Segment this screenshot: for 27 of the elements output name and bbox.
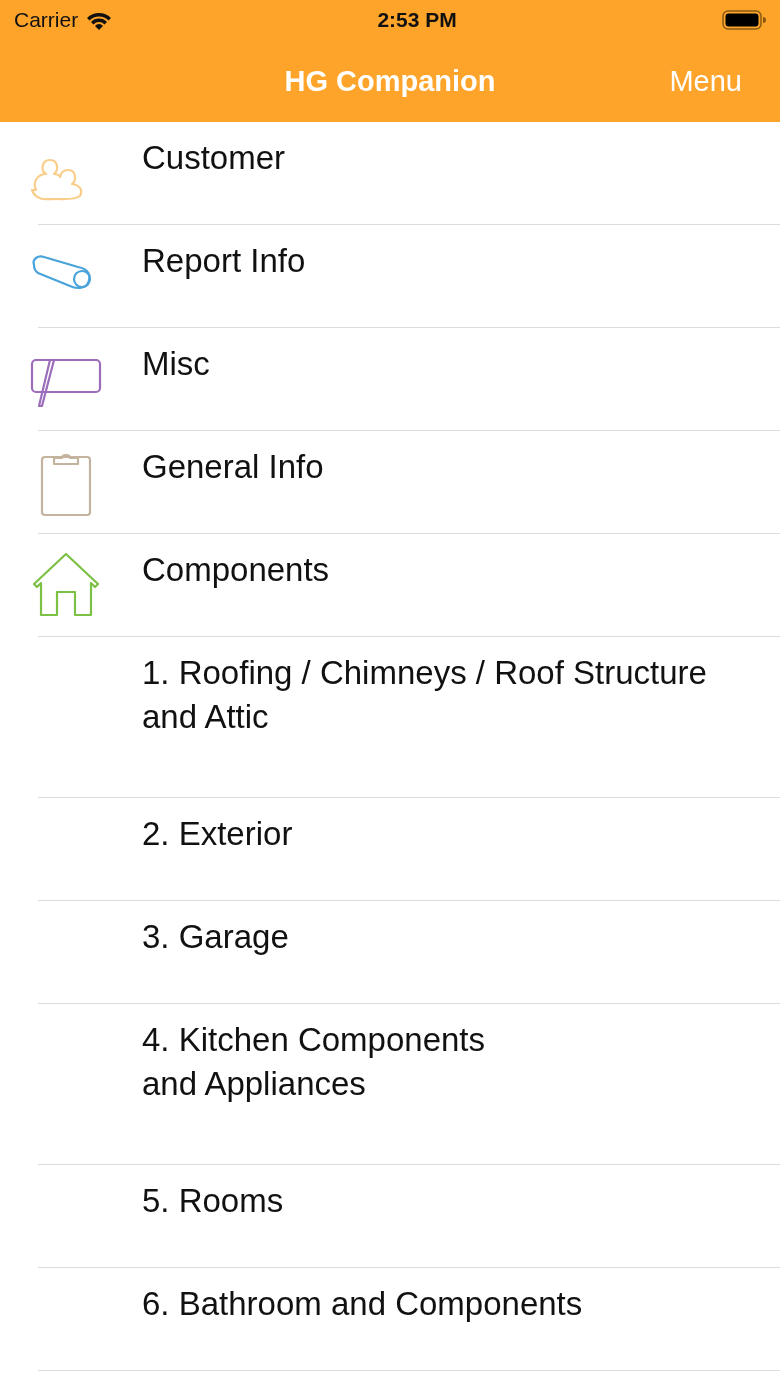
list-row[interactable]: Components: [0, 534, 780, 637]
row-label: Report Info: [142, 241, 307, 281]
list-row[interactable]: General Info: [0, 431, 780, 534]
row-label: Customer: [142, 138, 287, 178]
row-label: Misc: [142, 344, 211, 384]
list-row[interactable]: 5. Rooms: [0, 1165, 780, 1268]
battery-icon: [722, 10, 766, 30]
list-row[interactable]: Report Info: [0, 225, 780, 328]
wifi-icon: [86, 10, 113, 30]
row-label: 4. Kitchen Components and Appliances: [142, 1020, 487, 1104]
row-label: 3. Garage: [142, 917, 290, 957]
list-row[interactable]: 1. Roofing / Chimneys / Roof Structure and Attic: [0, 637, 780, 798]
row-label: 5. Rooms: [142, 1181, 285, 1221]
row-label: 2. Exterior: [142, 814, 294, 854]
list-row[interactable]: 4. Kitchen Components and Appliances: [0, 1004, 780, 1165]
carrier-label: Carrier: [14, 8, 79, 32]
list-row[interactable]: Misc: [0, 328, 780, 431]
row-label: 1. Roofing / Chimneys / Roof Structure and Attic: [142, 653, 708, 737]
list-row[interactable]: Customer: [0, 122, 780, 225]
row-label: General Info: [142, 447, 325, 487]
list-row[interactable]: 3. Garage: [0, 901, 780, 1004]
list-row[interactable]: 2. Exterior: [0, 798, 780, 901]
list-row[interactable]: 6. Bathroom and Components: [0, 1268, 780, 1371]
row-label: 6. Bathroom and Components: [142, 1284, 584, 1324]
clock-time: 2:53 PM: [377, 8, 457, 32]
row-label: Components: [142, 550, 331, 590]
app-title: HG Companion: [284, 64, 496, 98]
